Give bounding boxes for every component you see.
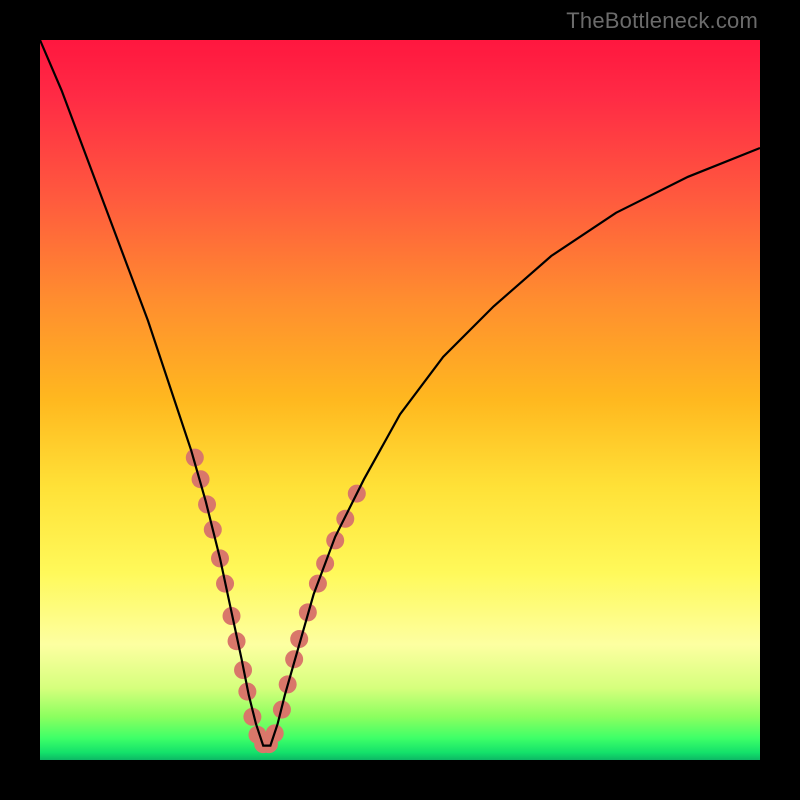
data-points-layer [186, 449, 366, 754]
plot-area [40, 40, 760, 760]
chart-frame: TheBottleneck.com [0, 0, 800, 800]
chart-svg [40, 40, 760, 760]
data-point [326, 531, 344, 549]
bottleneck-curve [40, 40, 760, 746]
attribution-text: TheBottleneck.com [566, 8, 758, 34]
